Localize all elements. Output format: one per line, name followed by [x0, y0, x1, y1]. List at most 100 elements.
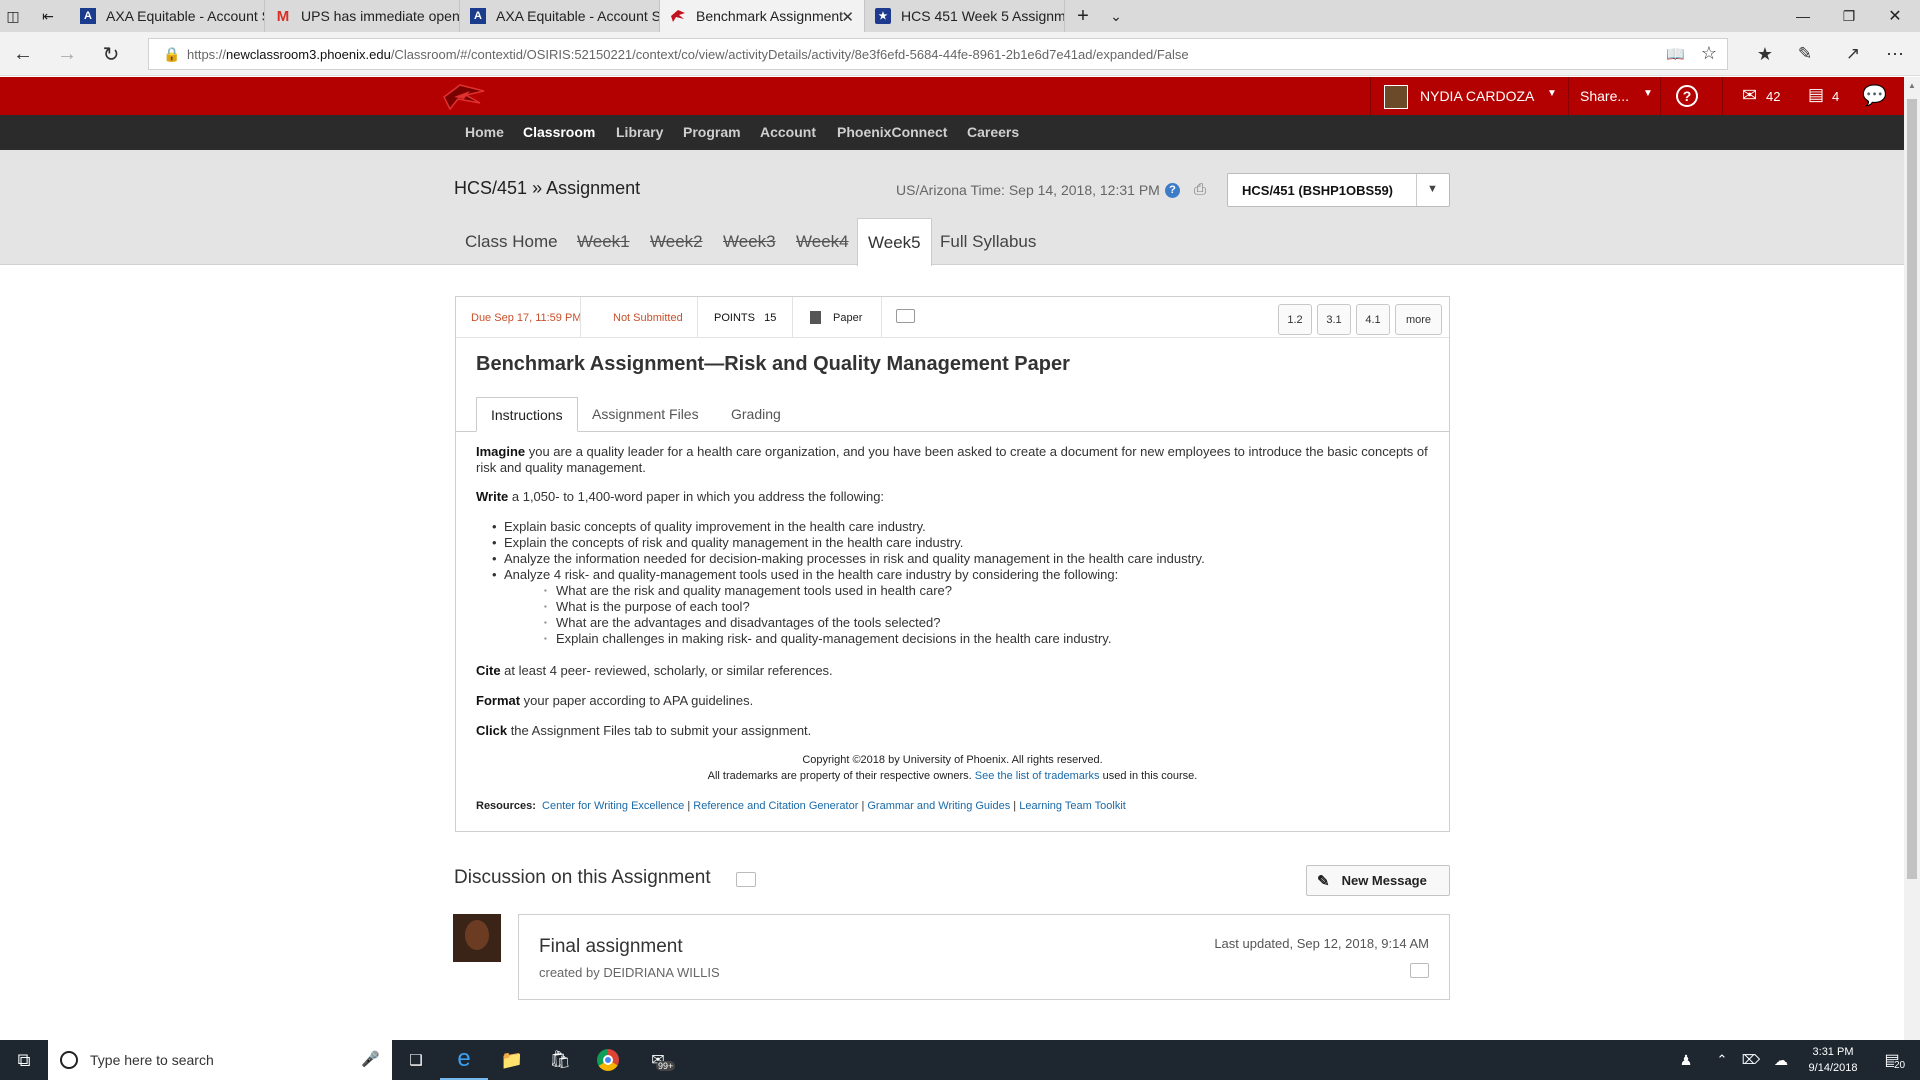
discussion-post[interactable]: Final assignment created by DEIDRIANA WI… [518, 914, 1450, 1000]
tab-preview-icon[interactable]: ◫ [0, 0, 26, 32]
web-note-icon[interactable]: ✎ [1790, 40, 1820, 68]
tab-week3[interactable]: Week3 [713, 218, 786, 265]
breadcrumb-separator: » [532, 178, 543, 198]
user-avatar[interactable] [1384, 85, 1408, 109]
nav-home[interactable]: Home [465, 115, 504, 150]
url-field[interactable]: 🔒 https://newclassroom3.phoenix.edu/Clas… [148, 38, 1728, 70]
reading-view-icon[interactable]: 📖 [1666, 45, 1685, 63]
address-bar-row: ← → ↻ 🔒 https://newclassroom3.phoenix.ed… [0, 32, 1920, 76]
notify-count: 4 [1832, 89, 1840, 104]
close-window-icon[interactable]: ✕ [1872, 0, 1918, 32]
share-menu[interactable]: Share... [1580, 88, 1629, 104]
compose-icon: ✎ [1317, 872, 1330, 890]
points-value: 15 [764, 312, 777, 324]
nav-phoenixconnect[interactable]: PhoenixConnect [837, 115, 947, 150]
store-icon[interactable]: 🛍 [536, 1040, 584, 1080]
more-menu-icon[interactable]: ⋯ [1880, 40, 1910, 68]
set-aside-tabs-icon[interactable]: ⇤ [26, 0, 70, 32]
objectives-more[interactable]: more [1395, 304, 1442, 335]
objective-3-1[interactable]: 3.1 [1317, 304, 1351, 335]
nav-classroom[interactable]: Classroom [523, 115, 595, 150]
tab-full-syllabus[interactable]: Full Syllabus [930, 218, 1046, 265]
tab-grading[interactable]: Grading [717, 397, 795, 432]
nav-library[interactable]: Library [616, 115, 663, 150]
new-message-button[interactable]: ✎ New Message [1306, 865, 1450, 896]
resource-team-toolkit-link[interactable]: Learning Team Toolkit [1019, 800, 1126, 812]
print-icon[interactable]: ⎙ [1194, 181, 1206, 198]
tab-title: AXA Equitable - Account Su [496, 8, 660, 24]
notifications-icon[interactable]: ▤ [1808, 85, 1824, 105]
scroll-up-arrow-icon[interactable]: ▲ [1906, 81, 1918, 91]
tab-assignment-files[interactable]: Assignment Files [578, 397, 713, 432]
clock[interactable]: 3:31 PM 9/14/2018 [1800, 1044, 1866, 1076]
mail-app-icon[interactable]: ✉ 99+ [632, 1040, 684, 1080]
edge-icon[interactable]: e [440, 1040, 488, 1080]
instruction-write: Write a 1,050- to 1,400-word paper in wh… [476, 489, 1436, 505]
mail-icon[interactable]: ✉ [1742, 85, 1757, 106]
share-chevron-icon[interactable]: ▼ [1643, 88, 1653, 99]
tab-week1[interactable]: Week1 [567, 218, 640, 265]
trademark-link[interactable]: See the list of trademarks [975, 770, 1100, 782]
taskbar-search-box[interactable]: Type here to search 🎤 [48, 1040, 392, 1080]
user-name[interactable]: NYDIA CARDOZA [1420, 88, 1534, 104]
user-menu-chevron-icon[interactable]: ▼ [1547, 88, 1557, 99]
post-title[interactable]: Final assignment [539, 936, 683, 958]
objective-4-1[interactable]: 4.1 [1356, 304, 1390, 335]
tab-instructions[interactable]: Instructions [476, 397, 578, 432]
imagine-keyword: Imagine [476, 444, 526, 459]
nav-careers[interactable]: Careers [967, 115, 1019, 150]
nav-program[interactable]: Program [683, 115, 741, 150]
browser-tab-benchmark[interactable]: Benchmark Assignment ✕ [660, 0, 865, 32]
axa-icon: A [470, 8, 486, 24]
refresh-icon[interactable]: ↻ [96, 40, 126, 68]
resource-citation-link[interactable]: Reference and Citation Generator [693, 800, 858, 812]
objective-1-2[interactable]: 1.2 [1278, 304, 1312, 335]
tab-week2[interactable]: Week2 [640, 218, 713, 265]
windows-start-icon[interactable]: ⧉ [0, 1040, 48, 1080]
share-icon[interactable]: ↗ [1838, 40, 1868, 68]
browser-tab-hcs[interactable]: ★ HCS 451 Week 5 Assignmer [865, 0, 1065, 32]
file-explorer-icon[interactable]: 📁 [488, 1040, 536, 1080]
phoenix-logo[interactable] [440, 81, 490, 111]
page-scrollbar[interactable]: ▲ [1904, 77, 1920, 1040]
chat-bubbles-icon[interactable]: 💬 [1862, 83, 1887, 108]
course-select[interactable]: HCS/451 (BSHP1OBS59) ▼ [1227, 173, 1450, 207]
help-icon[interactable]: ? [1676, 85, 1698, 107]
tab-class-home[interactable]: Class Home [455, 218, 568, 265]
microphone-icon[interactable]: 🎤 [361, 1050, 380, 1068]
browser-tab-axa-2[interactable]: A AXA Equitable - Account Su [460, 0, 660, 32]
browser-tab-gmail[interactable]: M UPS has immediate openinç [265, 0, 460, 32]
people-icon[interactable]: ♟ [1670, 1040, 1702, 1080]
favorite-star-icon[interactable]: ☆ [1701, 43, 1717, 64]
scroll-thumb[interactable] [1907, 99, 1917, 879]
tab-week5[interactable]: Week5 [857, 218, 932, 266]
instruction-click: Click the Assignment Files tab to submit… [476, 723, 1436, 739]
tab-list-chevron-icon[interactable]: ⌄ [1101, 0, 1131, 32]
network-icon[interactable]: ⌦ [1736, 1040, 1766, 1080]
favorites-hub-icon[interactable]: ★ [1750, 40, 1780, 68]
resource-writing-link[interactable]: Center for Writing Excellence [542, 800, 684, 812]
post-comment-icon[interactable] [1410, 963, 1429, 978]
show-hidden-icons-chevron-icon[interactable]: ⌃ [1708, 1040, 1736, 1080]
action-center-icon[interactable]: ▤ 20 [1872, 1040, 1912, 1080]
nav-account[interactable]: Account [760, 115, 816, 150]
back-arrow-icon[interactable]: ← [8, 40, 38, 68]
tab-week4[interactable]: Week4 [786, 218, 859, 265]
time-help-icon[interactable]: ? [1165, 183, 1180, 198]
list-item: Explain the concepts of risk and quality… [492, 535, 1436, 551]
forward-arrow-icon[interactable]: → [52, 40, 82, 68]
breadcrumb-course[interactable]: HCS/451 [454, 178, 527, 198]
list-item: Analyze the information needed for decis… [492, 551, 1436, 567]
resource-grammar-link[interactable]: Grammar and Writing Guides [867, 800, 1010, 812]
onedrive-icon[interactable]: ☁ [1766, 1040, 1796, 1080]
discussion-comment-icon[interactable] [736, 872, 756, 887]
chrome-icon[interactable] [584, 1040, 632, 1080]
comment-icon[interactable] [896, 309, 915, 323]
new-tab-icon[interactable]: + [1065, 0, 1101, 32]
notification-count: 20 [1894, 1060, 1906, 1071]
minimize-icon[interactable]: — [1780, 0, 1826, 32]
browser-tab-axa-1[interactable]: A AXA Equitable - Account Su [70, 0, 265, 32]
task-view-icon[interactable]: ❑ [392, 1040, 440, 1080]
restore-icon[interactable]: ❐ [1826, 0, 1872, 32]
close-tab-icon[interactable]: ✕ [841, 8, 854, 26]
